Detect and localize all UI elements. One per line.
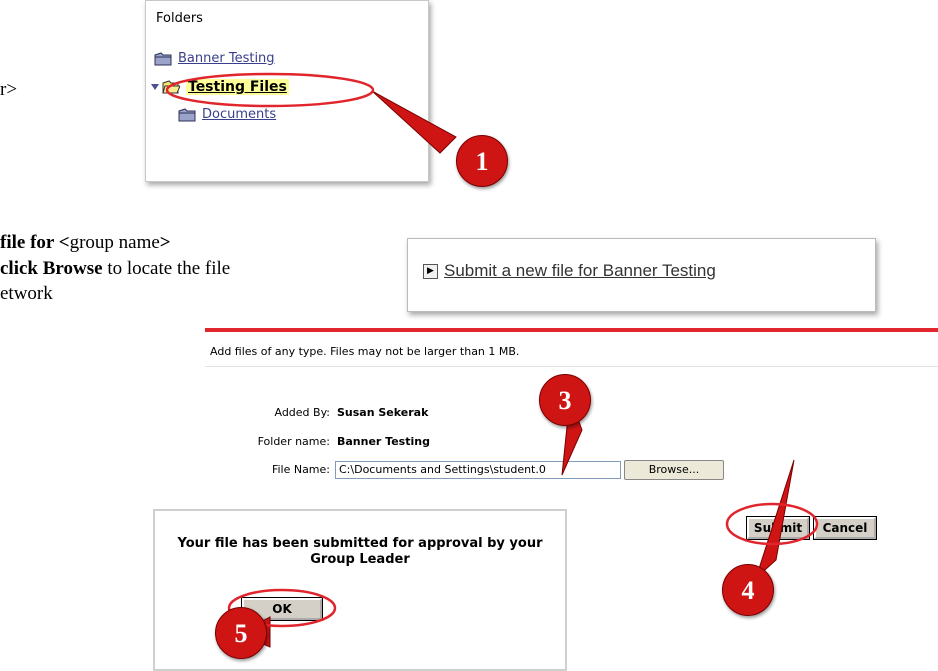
folder-item-testing-files[interactable]: Testing Files xyxy=(150,79,289,95)
submit-new-file-link[interactable]: Submit a new file for Banner Testing xyxy=(444,261,716,281)
added-by-label: Added By: xyxy=(274,406,330,419)
folder-name-value: Banner Testing xyxy=(337,435,430,448)
instruction-line2-normal: group name xyxy=(69,232,160,253)
instruction-line4-text: etwork xyxy=(0,283,53,304)
instruction-line3-normal: to locate the file xyxy=(102,258,231,279)
instruction-line1-text: r> xyxy=(0,79,18,100)
instruction-line2-bold: file for < xyxy=(0,232,70,253)
upload-help-text: Add files of any type. Files may not be … xyxy=(210,345,520,358)
folder-link-testing-files[interactable]: Testing Files xyxy=(186,79,289,95)
file-name-input[interactable]: C:\Documents and Settings\student.0 xyxy=(335,461,621,479)
callout-badge-4: 4 xyxy=(722,564,774,616)
added-by-value: Susan Sekerak xyxy=(337,406,429,419)
instruction-line2: file for <group name> xyxy=(0,232,171,254)
instruction-line1: r> xyxy=(0,79,17,101)
instruction-line3: click Browse to locate the file xyxy=(0,258,230,280)
browse-button[interactable]: Browse... xyxy=(624,460,724,480)
expand-triangle-icon[interactable] xyxy=(150,82,160,92)
instruction-line4: etwork xyxy=(0,283,53,305)
instruction-line2-end: > xyxy=(159,232,171,253)
folders-header: Folders xyxy=(156,11,203,26)
open-folder-icon xyxy=(162,80,180,94)
folder-item-documents[interactable]: Documents xyxy=(178,107,276,122)
cancel-button[interactable]: Cancel xyxy=(813,516,877,540)
submit-button[interactable]: Submit xyxy=(746,516,810,540)
callout-badge-1: 1 xyxy=(456,135,508,187)
folder-icon xyxy=(178,107,196,121)
callout-badge-3: 3 xyxy=(539,374,591,426)
callout-badge-5: 5 xyxy=(215,607,267,659)
file-name-label: File Name: xyxy=(271,463,330,476)
folders-panel: Folders Banner Testing Testing Files Doc… xyxy=(145,0,429,182)
confirmation-message-line1: Your file has been submitted for approva… xyxy=(177,536,543,551)
folder-item-banner-testing[interactable]: Banner Testing xyxy=(154,51,275,66)
folder-link-documents[interactable]: Documents xyxy=(202,107,276,122)
play-arrow-icon: ▶ xyxy=(423,264,438,279)
confirmation-message-line2: Group Leader xyxy=(310,552,410,567)
instruction-line3-bold: click Browse xyxy=(0,258,103,279)
folder-name-label: Folder name: xyxy=(257,435,330,448)
folder-icon xyxy=(154,51,172,65)
confirmation-dialog: Your file has been submitted for approva… xyxy=(153,509,567,671)
submit-link-panel: ▶ Submit a new file for Banner Testing xyxy=(407,238,876,312)
confirmation-message: Your file has been submitted for approva… xyxy=(155,536,565,568)
form-divider xyxy=(205,366,938,367)
folder-link-banner-testing[interactable]: Banner Testing xyxy=(178,51,275,66)
